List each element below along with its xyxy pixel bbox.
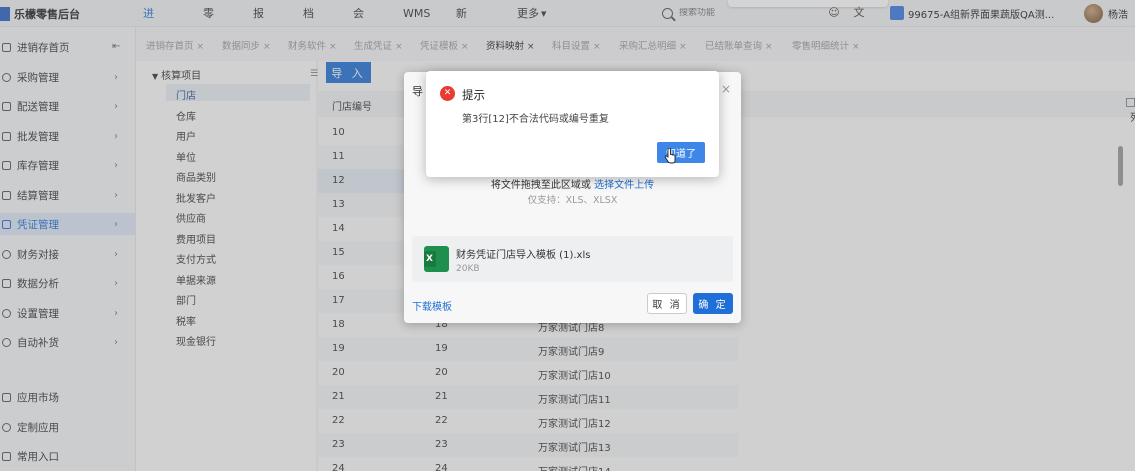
drop-zone-text: 将文件拖拽至此区域或	[490, 180, 591, 191]
uploaded-file: 财务凭证门店导入模板 (1).xls 20KB	[412, 236, 733, 282]
select-file-link[interactable]: 选择文件上传	[594, 180, 654, 191]
cancel-button[interactable]: 取 消	[647, 293, 687, 314]
excel-file-icon	[424, 246, 449, 272]
file-type-hint: 仅支持：XLS、XLSX	[527, 195, 618, 206]
confirm-button[interactable]: 确 定	[693, 293, 733, 314]
alert-message: 第3行[12]不合法代码或编号重复	[462, 114, 609, 125]
download-template-link[interactable]: 下载模板	[412, 298, 452, 313]
close-icon[interactable]: ×	[721, 82, 731, 96]
error-icon: ✕	[440, 86, 455, 101]
hand-cursor-icon	[664, 148, 676, 164]
file-size: 20KB	[456, 264, 480, 274]
file-name: 财务凭证门店导入模板 (1).xls	[456, 250, 591, 261]
drop-zone[interactable]: 将文件拖拽至此区域或 选择文件上传	[404, 176, 741, 191]
alert-title: 提示	[462, 88, 485, 102]
dialog-title: 导	[412, 85, 423, 98]
